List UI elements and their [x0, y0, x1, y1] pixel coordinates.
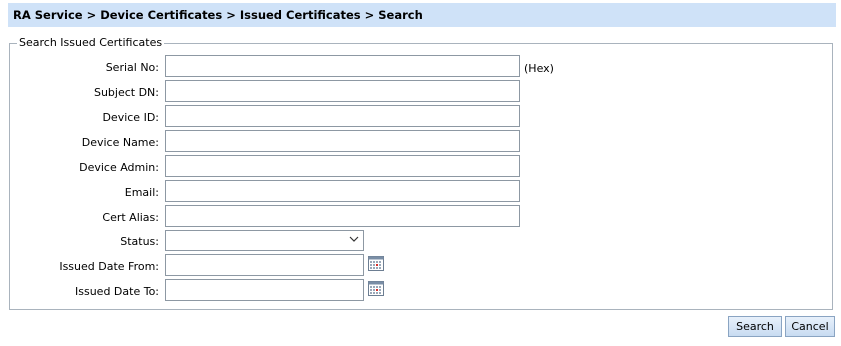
cert-alias-label: Cert Alias: — [102, 211, 159, 224]
device-name-label: Device Name: — [81, 136, 159, 149]
device-admin-input[interactable] — [165, 155, 520, 177]
subject-dn-label: Subject DN: — [93, 86, 159, 99]
email-input[interactable] — [165, 180, 520, 202]
device-admin-label: Device Admin: — [79, 161, 159, 174]
status-select[interactable] — [165, 230, 364, 251]
hex-note: (Hex) — [524, 62, 554, 75]
subject-dn-input[interactable] — [165, 80, 520, 102]
device-name-input[interactable] — [165, 130, 520, 152]
breadcrumb: RA Service > Device Certificates > Issue… — [8, 3, 836, 27]
serial-label: Serial No: — [105, 61, 159, 74]
calendar-icon[interactable] — [368, 256, 384, 271]
date-from-input[interactable] — [165, 254, 364, 276]
date-from-label: Issued Date From: — [59, 260, 159, 273]
fieldset-legend: Search Issued Certificates — [17, 36, 165, 49]
email-label: Email: — [124, 186, 159, 199]
date-to-input[interactable] — [165, 279, 364, 301]
chevron-down-icon — [349, 236, 359, 242]
date-to-label: Issued Date To: — [75, 285, 159, 298]
cancel-button[interactable]: Cancel — [785, 316, 835, 337]
device-id-label: Device ID: — [102, 111, 159, 124]
device-id-input[interactable] — [165, 105, 520, 127]
serial-input[interactable] — [165, 55, 520, 77]
search-button[interactable]: Search — [728, 316, 782, 337]
calendar-icon[interactable] — [368, 281, 384, 296]
status-label: Status: — [120, 235, 159, 248]
cert-alias-input[interactable] — [165, 205, 520, 227]
